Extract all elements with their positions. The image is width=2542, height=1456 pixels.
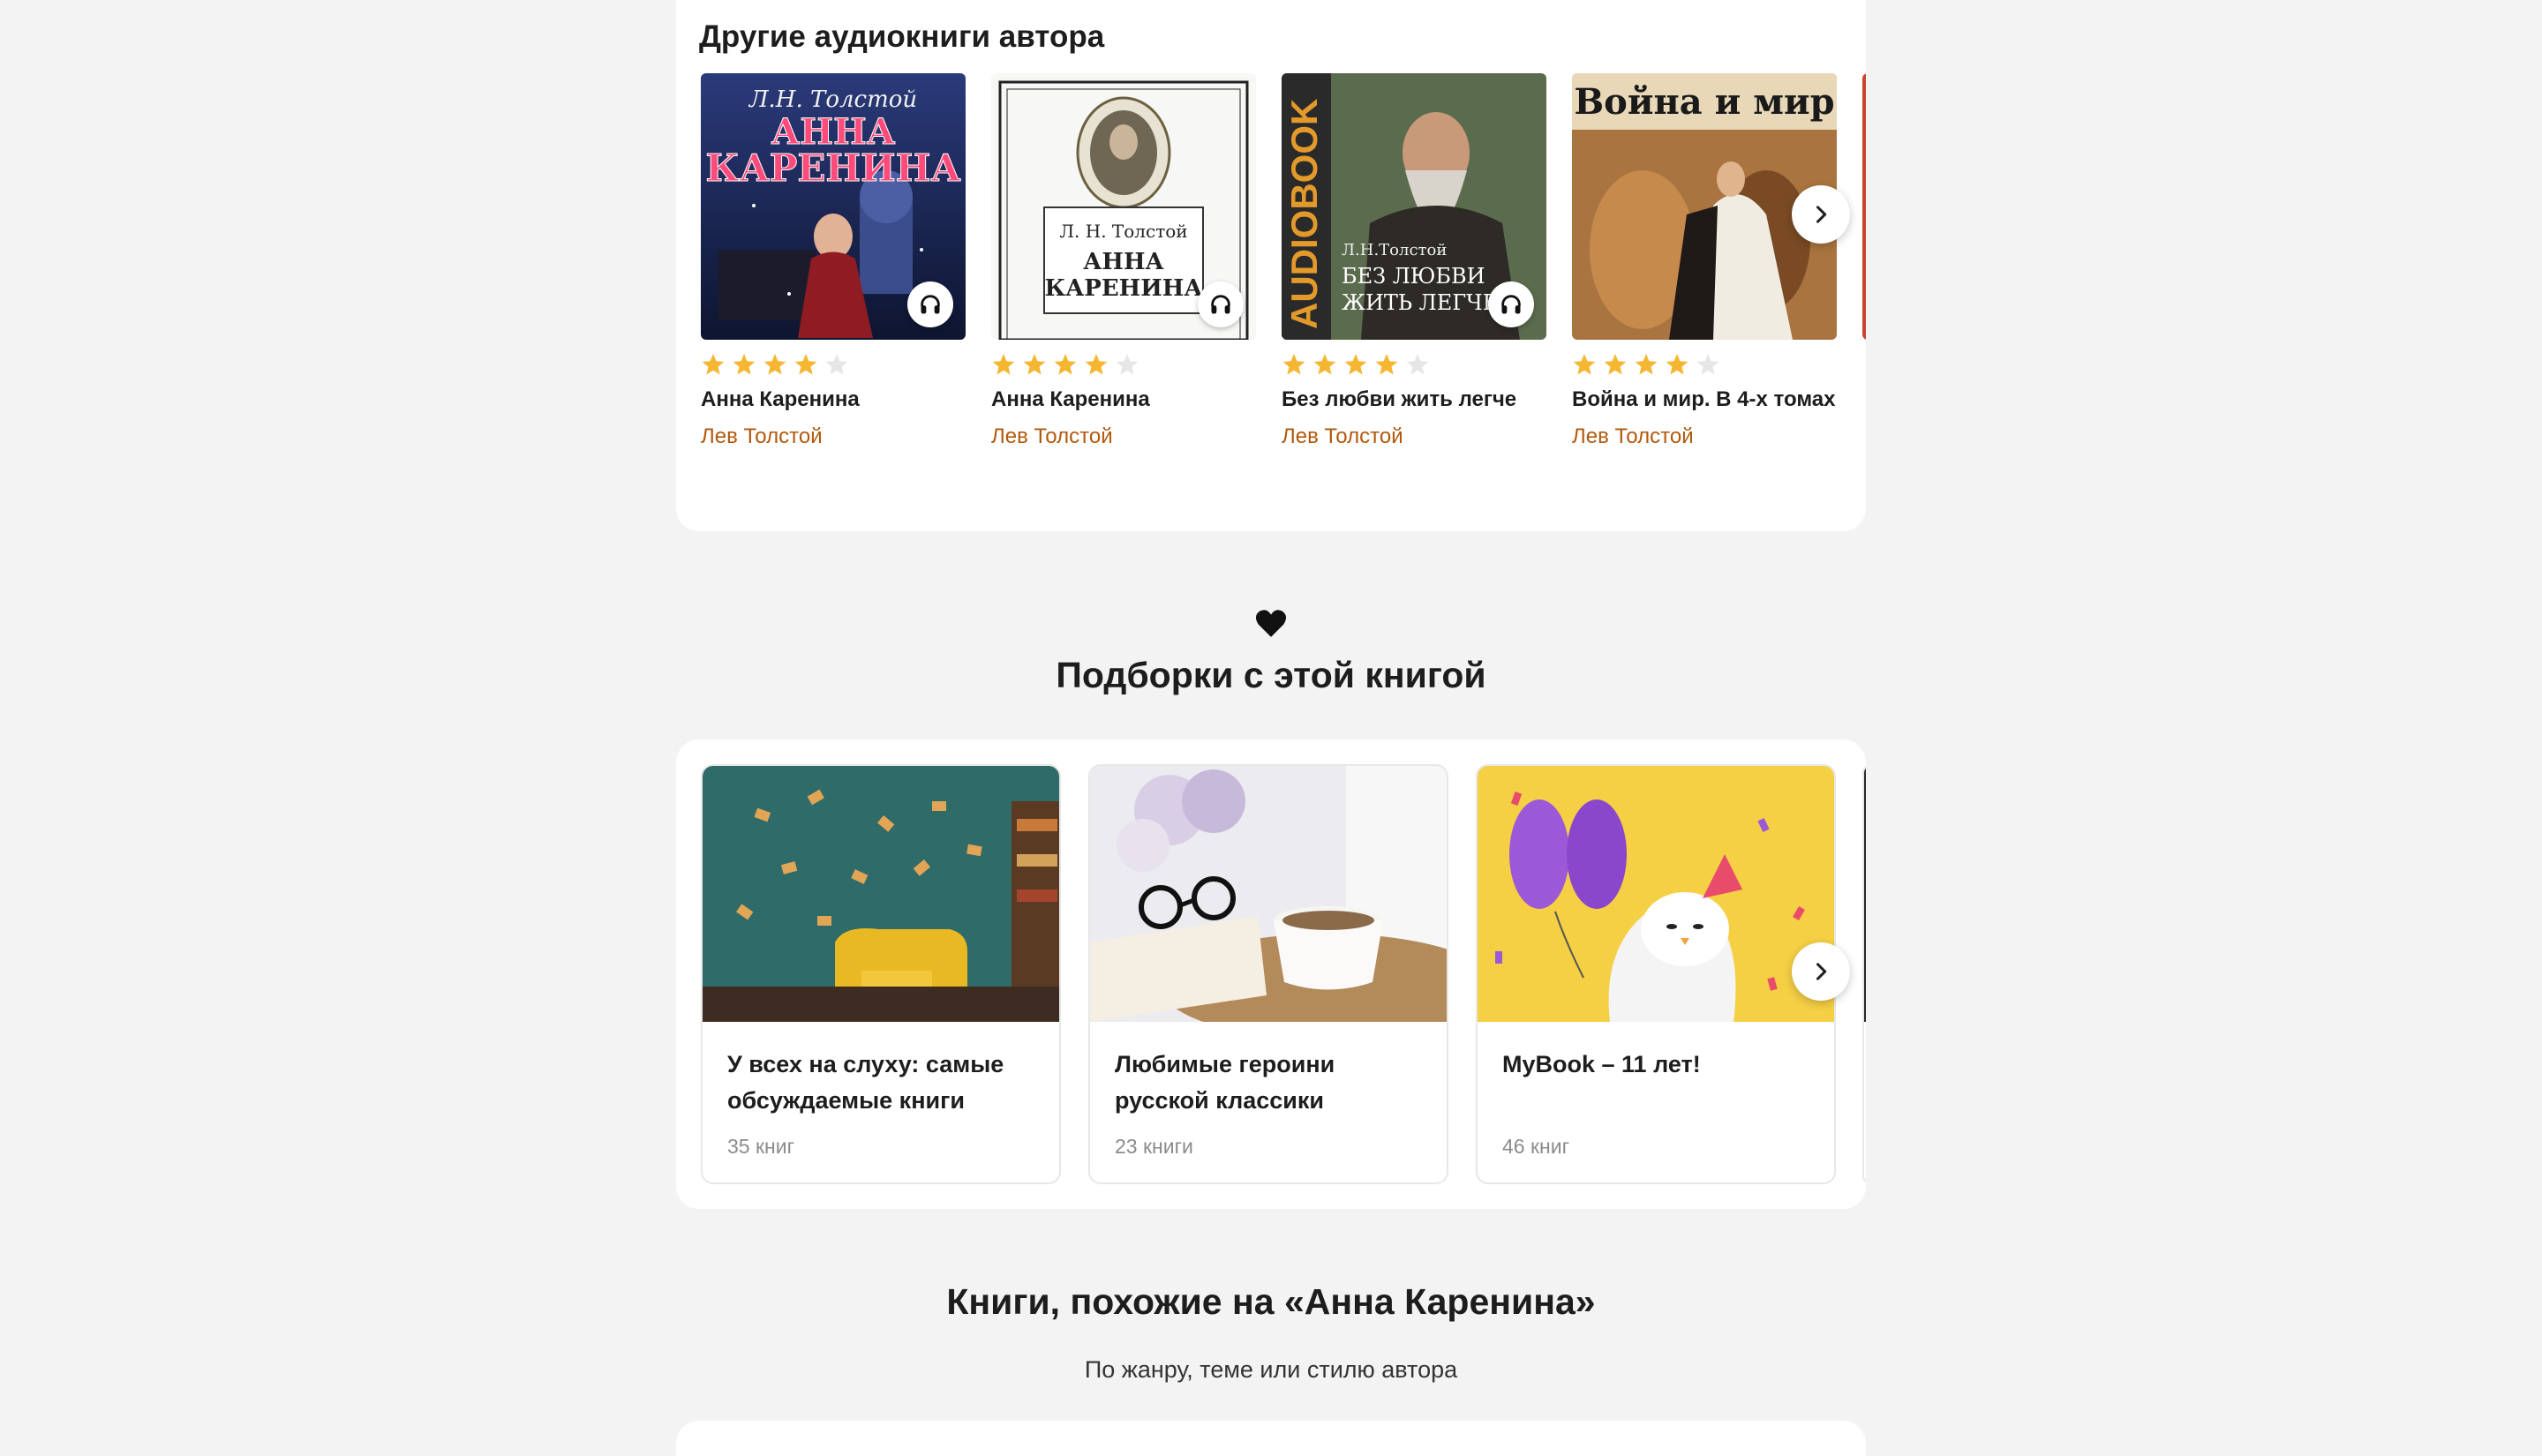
listen-button[interactable] bbox=[1488, 281, 1534, 327]
book-author-link[interactable]: Лев Толстой bbox=[701, 424, 966, 449]
collection-card[interactable]: MyBook – 11 лет! 46 книг bbox=[1476, 764, 1836, 1184]
similar-books-heading: Книги, похожие на «Анна Каренина» bbox=[946, 1281, 1596, 1322]
book-title[interactable]: Без любви жить легче bbox=[1282, 387, 1546, 412]
listen-button[interactable] bbox=[907, 281, 953, 327]
star-icon bbox=[733, 354, 756, 375]
cover-title-line1: АННА bbox=[1083, 249, 1163, 275]
star-icon bbox=[1282, 354, 1305, 375]
star-icon bbox=[1696, 354, 1719, 375]
book-cover[interactable]: Л. Н. Толстой АННА КАРЕНИНА bbox=[991, 73, 1256, 340]
star-icon bbox=[992, 354, 1015, 375]
cover-title-line1: БЕЗ ЛЮБВИ bbox=[1342, 264, 1485, 289]
collection-image bbox=[1090, 766, 1447, 1022]
listen-button[interactable] bbox=[1198, 281, 1244, 327]
star-icon bbox=[1604, 354, 1627, 375]
section-title: Другие аудиокниги автора bbox=[699, 19, 1105, 54]
collection-image bbox=[1478, 766, 1834, 1022]
star-icon bbox=[1054, 354, 1077, 375]
star-icon bbox=[1344, 354, 1367, 375]
book-cover[interactable]: AUDIOBOOK Л.Н.Толстой БЕЗ ЛЮБВИ ЖИТЬ ЛЕГ… bbox=[1282, 73, 1546, 340]
carousel-next-button[interactable] bbox=[1792, 942, 1850, 1001]
star-icon bbox=[1313, 354, 1336, 375]
heart-icon bbox=[1255, 610, 1287, 637]
rating-stars bbox=[1572, 352, 1837, 379]
cover-author-text: Л. Н. Толстой bbox=[1059, 221, 1187, 242]
cover-title-line2: ЖИТЬ ЛЕГЧЕ bbox=[1342, 290, 1498, 315]
collection-title[interactable]: MyBook – 11 лет! bbox=[1502, 1047, 1820, 1083]
star-icon bbox=[763, 354, 786, 375]
collections-section: У всех на слуху: самые обсуждаемые книги… bbox=[676, 739, 1866, 1209]
book-author-link[interactable]: Лев Толстой bbox=[1282, 424, 1546, 449]
collection-count: 35 книг bbox=[727, 1135, 794, 1158]
carousel-next-button[interactable] bbox=[1792, 185, 1850, 244]
collection-title[interactable]: У всех на слуху: самые обсуждаемые книги bbox=[727, 1047, 1045, 1119]
collection-image bbox=[703, 766, 1059, 1022]
next-collection-card-edge[interactable] bbox=[1862, 764, 1866, 1184]
book-title[interactable]: Анна Каренина bbox=[701, 387, 966, 412]
collection-title[interactable]: Любимые героини русской классики bbox=[1115, 1047, 1433, 1119]
chevron-right-icon bbox=[1816, 963, 1827, 980]
book-card[interactable]: Л.Н. Толстой АННА КАРЕНИНА Анна Каренина… bbox=[701, 73, 966, 449]
cover-author-text: Л.Н.Толстой bbox=[1342, 241, 1447, 259]
cover-label: AUDIOBOOK bbox=[1283, 99, 1325, 329]
book-card[interactable]: Л. Н. Толстой АННА КАРЕНИНА Анна Каренин… bbox=[991, 73, 1256, 449]
star-icon bbox=[1375, 354, 1398, 375]
collection-count: 23 книги bbox=[1115, 1135, 1193, 1158]
collection-card[interactable]: У всех на слуху: самые обсуждаемые книги… bbox=[701, 764, 1061, 1184]
star-icon bbox=[825, 354, 848, 375]
star-icon bbox=[1666, 354, 1688, 375]
rating-stars bbox=[701, 352, 966, 379]
star-icon bbox=[1406, 354, 1429, 375]
headphones-icon bbox=[1211, 295, 1230, 314]
headphones-icon bbox=[921, 295, 940, 314]
rating-stars bbox=[1282, 352, 1546, 379]
next-book-cover-edge[interactable] bbox=[1862, 73, 1866, 340]
star-icon bbox=[1116, 354, 1139, 375]
book-title[interactable]: Анна Каренина bbox=[991, 387, 1256, 412]
similar-books-section bbox=[676, 1421, 1866, 1456]
collection-card[interactable]: Любимые героини русской классики 23 книг… bbox=[1088, 764, 1448, 1184]
book-card[interactable]: Война и мир Война и мир. В 4-х томах Лев… bbox=[1572, 73, 1837, 449]
collections-heading: Подборки с этой книгой bbox=[1056, 655, 1486, 695]
cover-title-line2: КАРЕНИНА bbox=[1044, 275, 1202, 302]
star-icon bbox=[1635, 354, 1658, 375]
cover-author-text: Л.Н. Толстой bbox=[748, 86, 917, 113]
rating-stars bbox=[991, 352, 1256, 379]
similar-books-subtext: По жанру, теме или стилю автора bbox=[1084, 1356, 1458, 1383]
chevron-right-icon bbox=[1816, 206, 1827, 223]
star-icon bbox=[794, 354, 817, 375]
book-cover[interactable]: Л.Н. Толстой АННА КАРЕНИНА bbox=[701, 73, 966, 340]
cover-title-line2: КАРЕНИНА bbox=[705, 146, 960, 190]
star-icon bbox=[1573, 354, 1596, 375]
cover-title: Война и мир bbox=[1574, 81, 1834, 123]
book-author-link[interactable]: Лев Толстой bbox=[991, 424, 1256, 449]
star-icon bbox=[1085, 354, 1108, 375]
headphones-icon bbox=[1501, 295, 1521, 314]
book-card[interactable]: AUDIOBOOK Л.Н.Толстой БЕЗ ЛЮБВИ ЖИТЬ ЛЕГ… bbox=[1282, 73, 1546, 449]
book-title[interactable]: Война и мир. В 4-х томах bbox=[1572, 387, 1837, 412]
book-author-link[interactable]: Лев Толстой bbox=[1572, 424, 1837, 449]
collection-count: 46 книг bbox=[1502, 1135, 1569, 1158]
author-books-section: Другие аудиокниги автора Л.Н. Толстой АН… bbox=[676, 0, 1866, 531]
star-icon bbox=[702, 354, 725, 375]
star-icon bbox=[1023, 354, 1046, 375]
